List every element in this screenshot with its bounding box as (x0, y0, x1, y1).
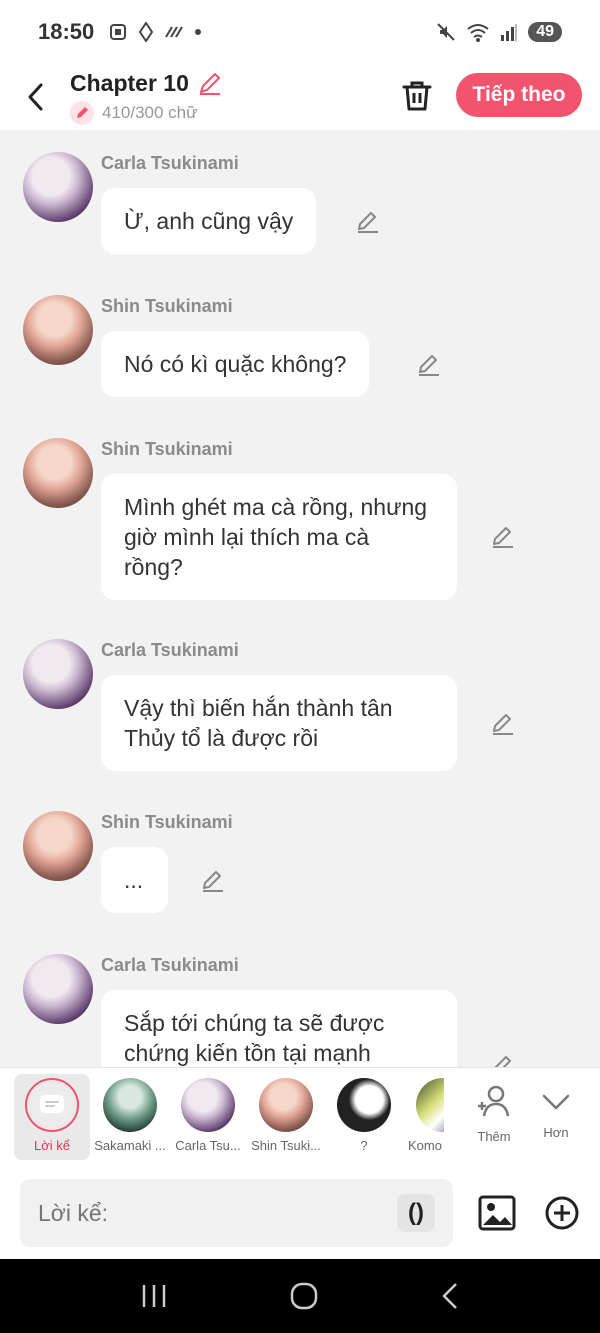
message-item: Carla Tsukinami Sắp tới chúng ta sẽ được… (0, 932, 600, 1067)
character-unknown[interactable]: ? (326, 1074, 402, 1160)
editor-header: Chapter 10 410/300 chữ Tiếp theo (0, 64, 600, 130)
pencil-icon (203, 871, 223, 892)
avatar-carla[interactable] (23, 954, 93, 1024)
screenshot-icon (110, 24, 127, 40)
narration-input[interactable] (38, 1199, 397, 1227)
pencil-badge-icon (70, 100, 94, 125)
recent-apps-icon[interactable] (140, 1283, 168, 1309)
message-item: Shin Tsukinami Mình ghét ma cà rồng, như… (0, 416, 600, 617)
signal-icon (501, 24, 518, 41)
edit-title-icon[interactable] (197, 70, 223, 96)
word-count: 410/300 chữ (102, 102, 198, 122)
status-bar: 18:50 49 (0, 0, 600, 64)
speaker-name: Carla Tsukinami (101, 640, 239, 660)
status-right-icons: 49 (436, 22, 562, 42)
character-avatar (259, 1078, 313, 1132)
input-bar: () (0, 1167, 600, 1259)
speaker-name: Shin Tsukinami (101, 439, 233, 459)
image-icon (478, 1195, 516, 1231)
pencil-icon (494, 1056, 511, 1067)
delete-button[interactable] (398, 76, 436, 116)
message-bubble[interactable]: Mình ghét ma cà rồng, nhưng giờ mình lại… (101, 474, 457, 600)
avatar-carla[interactable] (23, 152, 93, 222)
edit-message-button[interactable] (199, 867, 227, 895)
trash-icon (402, 81, 432, 111)
character-label: Hơn (543, 1125, 569, 1140)
character-carla[interactable]: Carla Tsu... (170, 1074, 246, 1160)
edit-message-button[interactable] (415, 351, 443, 379)
home-icon[interactable] (289, 1281, 319, 1311)
back-button[interactable] (0, 64, 70, 130)
more-characters-button[interactable]: Hơn (518, 1074, 594, 1160)
chat-area[interactable]: Carla Tsukinami Ừ, anh cũng vậy Shin Tsu… (0, 130, 600, 1067)
message-item: Carla Tsukinami Ừ, anh cũng vậy (0, 130, 600, 273)
more-dot-icon (195, 29, 202, 35)
message-bubble[interactable]: Ừ, anh cũng vậy (101, 188, 317, 254)
edit-message-button[interactable] (489, 1052, 517, 1067)
message-bubble[interactable]: Nó có kì quặc không? (101, 331, 370, 397)
app-notification-icon (139, 22, 154, 42)
parenthesis-button[interactable]: () (397, 1194, 435, 1232)
edit-message-button[interactable] (489, 710, 517, 738)
character-sakamaki[interactable]: Sakamaki ... (92, 1074, 168, 1160)
character-avatar (181, 1078, 235, 1132)
avatar-shin[interactable] (23, 811, 93, 881)
message-item: Carla Tsukinami Vậy thì biến hắn thành t… (0, 617, 600, 789)
next-button[interactable]: Tiếp theo (456, 73, 582, 117)
status-left-icons (108, 22, 202, 42)
message-item: Shin Tsukinami ... (0, 789, 600, 932)
pencil-icon (493, 527, 513, 548)
chevron-down-icon (542, 1094, 570, 1110)
speaker-name: Carla Tsukinami (101, 955, 239, 975)
pencil-icon (419, 355, 439, 376)
add-person-icon (478, 1085, 510, 1117)
character-label: Sakamaki ... (94, 1138, 166, 1153)
message-bubble[interactable]: Vậy thì biến hắn thành tân Thủy tổ là đư… (101, 675, 457, 771)
status-time: 18:50 (38, 19, 95, 44)
pencil-icon (493, 714, 513, 735)
avatar-shin[interactable] (23, 295, 93, 365)
chapter-title: Chapter 10 (70, 69, 189, 96)
speaker-name: Shin Tsukinami (101, 812, 233, 832)
message-bubble[interactable]: Sắp tới chúng ta sẽ được chứng kiến tồn … (101, 990, 457, 1067)
character-label: ? (360, 1138, 368, 1153)
character-avatar (416, 1078, 444, 1132)
message-bubble[interactable]: ... (101, 847, 168, 913)
character-avatar (103, 1078, 157, 1132)
edit-message-button[interactable] (354, 208, 382, 236)
character-selector: Lời kể Sakamaki ... Carla Tsu... Shin Ts… (0, 1067, 600, 1167)
character-komo[interactable]: Komo (404, 1074, 444, 1160)
back-nav-icon[interactable] (440, 1281, 460, 1311)
character-label: Komo (408, 1138, 442, 1153)
wifi-calling-icon (165, 26, 184, 38)
character-label: Carla Tsu... (175, 1138, 241, 1153)
character-narrator[interactable]: Lời kể (14, 1074, 90, 1160)
wifi-icon (467, 24, 489, 42)
battery-indicator: 49 (528, 22, 562, 42)
plus-circle-icon (545, 1196, 579, 1230)
chevron-left-icon (28, 83, 43, 111)
character-shin[interactable]: Shin Tsuki... (248, 1074, 324, 1160)
insert-image-button[interactable] (478, 1195, 516, 1231)
character-label: Shin Tsuki... (251, 1138, 321, 1153)
system-nav-bar (0, 1259, 600, 1333)
avatar-carla[interactable] (23, 639, 93, 709)
edit-message-button[interactable] (489, 523, 517, 551)
pencil-icon (358, 212, 378, 233)
character-label: Lời kể (34, 1138, 70, 1153)
message-item: Shin Tsukinami Nó có kì quặc không? (0, 273, 600, 416)
speaker-name: Carla Tsukinami (101, 153, 239, 173)
narration-input-field[interactable]: () (20, 1179, 453, 1247)
speaker-name: Shin Tsukinami (101, 296, 233, 316)
avatar-shin[interactable] (23, 438, 93, 508)
chapter-info: Chapter 10 410/300 chữ (70, 70, 223, 125)
character-avatar (337, 1078, 391, 1132)
narration-icon (40, 1095, 64, 1113)
mute-icon (437, 23, 455, 41)
add-button[interactable] (544, 1195, 580, 1231)
